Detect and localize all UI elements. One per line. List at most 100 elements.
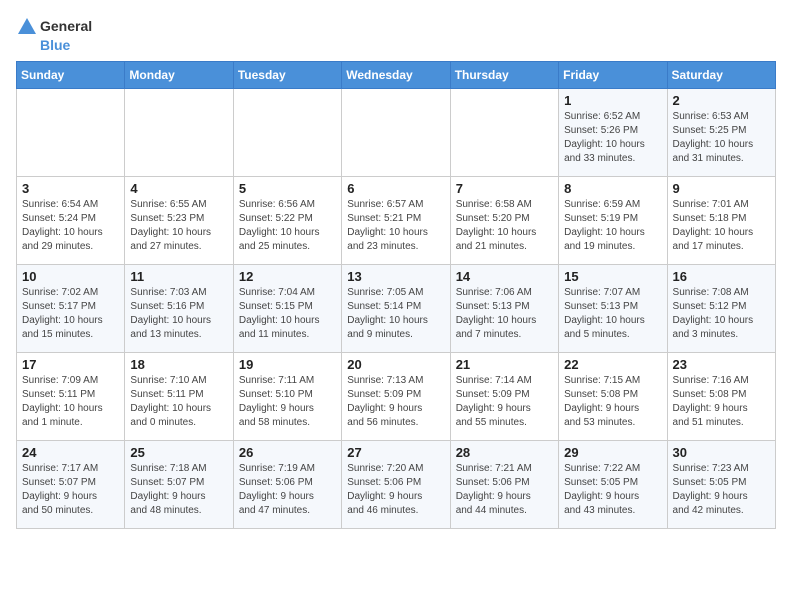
day-info: Sunrise: 7:02 AM Sunset: 5:17 PM Dayligh… xyxy=(22,286,119,342)
calendar-cell: 2 Sunrise: 6:53 AM Sunset: 5:25 PM Daylig… xyxy=(667,89,775,177)
day-info: Sunrise: 7:03 AM Sunset: 5:16 PM Dayligh… xyxy=(130,286,227,342)
day-number: 11 xyxy=(130,269,227,284)
day-number: 9 xyxy=(673,181,770,196)
calendar-cell: 25Sunrise: 7:18 AM Sunset: 5:07 PM Dayli… xyxy=(125,441,233,529)
calendar-cell: 5 Sunrise: 6:56 AM Sunset: 5:22 PM Daylig… xyxy=(233,177,341,265)
day-number: 16 xyxy=(673,269,770,284)
calendar-row: 1 Sunrise: 6:52 AM Sunset: 5:26 PM Daylig… xyxy=(17,89,776,177)
calendar-cell: 11 Sunrise: 7:03 AM Sunset: 5:16 PM Dayli… xyxy=(125,265,233,353)
day-number: 19 xyxy=(239,357,336,372)
calendar-cell: 19 Sunrise: 7:11 AM Sunset: 5:10 PM Dayli… xyxy=(233,353,341,441)
day-number: 8 xyxy=(564,181,661,196)
day-info: Sunrise: 7:11 AM Sunset: 5:10 PM Dayligh… xyxy=(239,374,336,430)
day-info: Sunrise: 7:07 AM Sunset: 5:13 PM Dayligh… xyxy=(564,286,661,342)
day-number: 21 xyxy=(456,357,553,372)
day-number: 6 xyxy=(347,181,444,196)
calendar-cell: 21Sunrise: 7:14 AM Sunset: 5:09 PM Dayli… xyxy=(450,353,558,441)
day-info: Sunrise: 6:57 AM Sunset: 5:21 PM Dayligh… xyxy=(347,198,444,254)
day-info: Sunrise: 7:22 AM Sunset: 5:05 PM Dayligh… xyxy=(564,462,661,518)
day-number: 27 xyxy=(347,445,444,460)
calendar-row: 24 Sunrise: 7:17 AM Sunset: 5:07 PM Dayli… xyxy=(17,441,776,529)
calendar-cell: 14Sunrise: 7:06 AM Sunset: 5:13 PM Dayli… xyxy=(450,265,558,353)
calendar-cell xyxy=(233,89,341,177)
day-number: 23 xyxy=(673,357,770,372)
day-info: Sunrise: 6:52 AM Sunset: 5:26 PM Dayligh… xyxy=(564,110,661,166)
day-number: 4 xyxy=(130,181,227,196)
calendar-cell xyxy=(17,89,125,177)
day-number: 17 xyxy=(22,357,119,372)
logo-blue: Blue xyxy=(40,38,92,53)
calendar-cell: 24 Sunrise: 7:17 AM Sunset: 5:07 PM Dayli… xyxy=(17,441,125,529)
calendar-cell: 7 Sunrise: 6:58 AM Sunset: 5:20 PM Daylig… xyxy=(450,177,558,265)
day-number: 1 xyxy=(564,93,661,108)
day-number: 10 xyxy=(22,269,119,284)
logo: General Blue xyxy=(16,16,92,53)
calendar-cell: 3Sunrise: 6:54 AM Sunset: 5:24 PM Daylig… xyxy=(17,177,125,265)
day-info: Sunrise: 7:17 AM Sunset: 5:07 PM Dayligh… xyxy=(22,462,119,518)
day-number: 28 xyxy=(456,445,553,460)
day-info: Sunrise: 6:59 AM Sunset: 5:19 PM Dayligh… xyxy=(564,198,661,254)
day-info: Sunrise: 6:58 AM Sunset: 5:20 PM Dayligh… xyxy=(456,198,553,254)
logo-container: General Blue xyxy=(16,16,92,53)
day-number: 12 xyxy=(239,269,336,284)
day-number: 2 xyxy=(673,93,770,108)
day-number: 5 xyxy=(239,181,336,196)
day-header: Thursday xyxy=(450,62,558,89)
calendar-cell: 28 Sunrise: 7:21 AM Sunset: 5:06 PM Dayli… xyxy=(450,441,558,529)
day-number: 7 xyxy=(456,181,553,196)
day-number: 22 xyxy=(564,357,661,372)
day-number: 30 xyxy=(673,445,770,460)
day-info: Sunrise: 6:55 AM Sunset: 5:23 PM Dayligh… xyxy=(130,198,227,254)
calendar-cell: 10 Sunrise: 7:02 AM Sunset: 5:17 PM Dayli… xyxy=(17,265,125,353)
day-number: 24 xyxy=(22,445,119,460)
header: General Blue xyxy=(16,16,776,53)
day-number: 15 xyxy=(564,269,661,284)
calendar-row: 10 Sunrise: 7:02 AM Sunset: 5:17 PM Dayli… xyxy=(17,265,776,353)
calendar-cell: 30 Sunrise: 7:23 AM Sunset: 5:05 PM Dayli… xyxy=(667,441,775,529)
day-header: Friday xyxy=(559,62,667,89)
day-info: Sunrise: 7:19 AM Sunset: 5:06 PM Dayligh… xyxy=(239,462,336,518)
day-info: Sunrise: 6:53 AM Sunset: 5:25 PM Dayligh… xyxy=(673,110,770,166)
calendar-cell: 27Sunrise: 7:20 AM Sunset: 5:06 PM Dayli… xyxy=(342,441,450,529)
calendar-cell xyxy=(450,89,558,177)
logo-general: General xyxy=(40,19,92,34)
day-info: Sunrise: 7:21 AM Sunset: 5:06 PM Dayligh… xyxy=(456,462,553,518)
day-info: Sunrise: 7:15 AM Sunset: 5:08 PM Dayligh… xyxy=(564,374,661,430)
logo-icon xyxy=(16,16,38,38)
day-info: Sunrise: 7:23 AM Sunset: 5:05 PM Dayligh… xyxy=(673,462,770,518)
day-info: Sunrise: 7:10 AM Sunset: 5:11 PM Dayligh… xyxy=(130,374,227,430)
calendar-cell: 1 Sunrise: 6:52 AM Sunset: 5:26 PM Daylig… xyxy=(559,89,667,177)
day-number: 20 xyxy=(347,357,444,372)
calendar-cell xyxy=(342,89,450,177)
day-header: Monday xyxy=(125,62,233,89)
day-info: Sunrise: 7:13 AM Sunset: 5:09 PM Dayligh… xyxy=(347,374,444,430)
calendar-table: SundayMondayTuesdayWednesdayThursdayFrid… xyxy=(16,61,776,529)
day-header: Tuesday xyxy=(233,62,341,89)
day-number: 29 xyxy=(564,445,661,460)
day-info: Sunrise: 7:08 AM Sunset: 5:12 PM Dayligh… xyxy=(673,286,770,342)
day-info: Sunrise: 7:16 AM Sunset: 5:08 PM Dayligh… xyxy=(673,374,770,430)
calendar-cell: 26 Sunrise: 7:19 AM Sunset: 5:06 PM Dayli… xyxy=(233,441,341,529)
day-number: 3 xyxy=(22,181,119,196)
calendar-cell: 17 Sunrise: 7:09 AM Sunset: 5:11 PM Dayli… xyxy=(17,353,125,441)
day-header: Saturday xyxy=(667,62,775,89)
day-info: Sunrise: 7:09 AM Sunset: 5:11 PM Dayligh… xyxy=(22,374,119,430)
day-info: Sunrise: 6:56 AM Sunset: 5:22 PM Dayligh… xyxy=(239,198,336,254)
day-header: Wednesday xyxy=(342,62,450,89)
days-header-row: SundayMondayTuesdayWednesdayThursdayFrid… xyxy=(17,62,776,89)
calendar-cell: 16 Sunrise: 7:08 AM Sunset: 5:12 PM Dayli… xyxy=(667,265,775,353)
calendar-cell: 22 Sunrise: 7:15 AM Sunset: 5:08 PM Dayli… xyxy=(559,353,667,441)
calendar-cell: 15 Sunrise: 7:07 AM Sunset: 5:13 PM Dayli… xyxy=(559,265,667,353)
calendar-cell: 4 Sunrise: 6:55 AM Sunset: 5:23 PM Daylig… xyxy=(125,177,233,265)
day-info: Sunrise: 7:05 AM Sunset: 5:14 PM Dayligh… xyxy=(347,286,444,342)
day-number: 13 xyxy=(347,269,444,284)
calendar-cell: 23 Sunrise: 7:16 AM Sunset: 5:08 PM Dayli… xyxy=(667,353,775,441)
calendar-row: 17 Sunrise: 7:09 AM Sunset: 5:11 PM Dayli… xyxy=(17,353,776,441)
day-number: 26 xyxy=(239,445,336,460)
calendar-cell: 12 Sunrise: 7:04 AM Sunset: 5:15 PM Dayli… xyxy=(233,265,341,353)
day-info: Sunrise: 7:01 AM Sunset: 5:18 PM Dayligh… xyxy=(673,198,770,254)
day-number: 14 xyxy=(456,269,553,284)
calendar-cell: 18Sunrise: 7:10 AM Sunset: 5:11 PM Dayli… xyxy=(125,353,233,441)
day-number: 25 xyxy=(130,445,227,460)
day-info: Sunrise: 7:04 AM Sunset: 5:15 PM Dayligh… xyxy=(239,286,336,342)
